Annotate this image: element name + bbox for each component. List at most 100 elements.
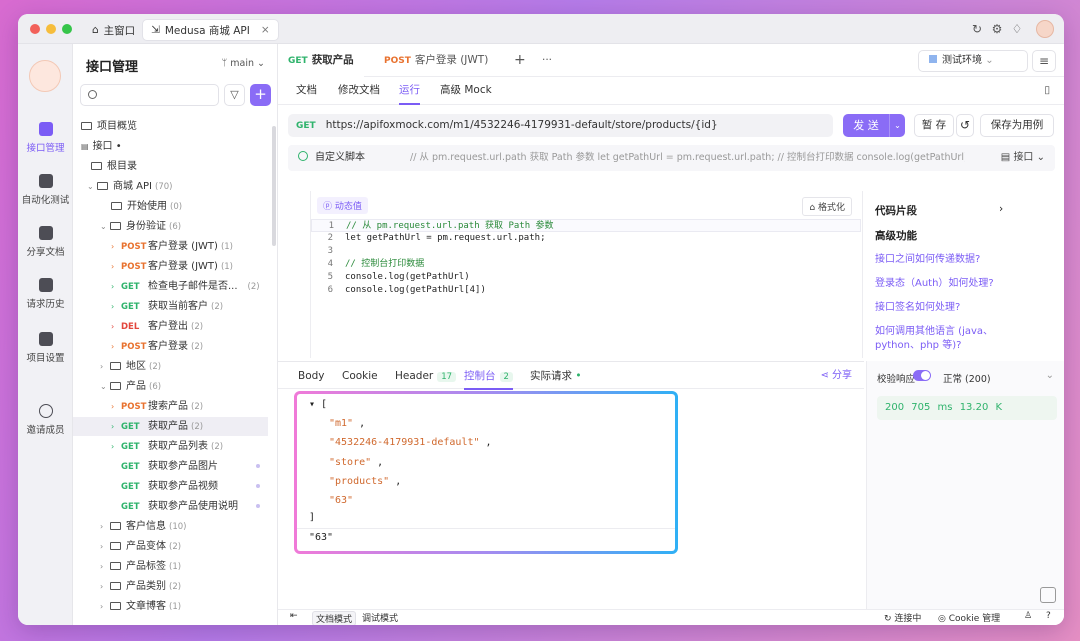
- close-tab-icon[interactable]: ×: [261, 24, 270, 36]
- search-input[interactable]: [80, 84, 219, 106]
- rail-item-invite[interactable]: 邀请成员: [18, 404, 73, 436]
- tree-endpoint[interactable]: › GET 检查电子邮件是否... (2): [73, 277, 268, 296]
- tree-endpoint[interactable]: › GET 获取当前客户 (2): [73, 297, 268, 316]
- reset-icon[interactable]: ↺: [956, 114, 974, 137]
- code-editor[interactable]: ⓟ 动态值 ⌂ 格式化 1// 从 pm.request.url.path 获取…: [310, 191, 861, 358]
- rail-item-history[interactable]: 请求历史: [18, 278, 73, 310]
- environment-select[interactable]: 测试环境 ⌄: [918, 50, 1028, 72]
- tree-endpoint[interactable]: › POST 客户登录 (JWT) (1): [73, 237, 268, 256]
- layout-icon[interactable]: [1040, 587, 1056, 603]
- rail-item-automation[interactable]: 自动化测试: [18, 174, 73, 206]
- snippet-link[interactable]: 接口之间如何传递数据?: [875, 253, 1005, 267]
- subtab-mock[interactable]: 高级 Mock: [440, 77, 492, 105]
- url-field[interactable]: GET https://apifoxmock.com/m1/4532246-417…: [288, 114, 833, 137]
- console-array-open[interactable]: ▾ [: [309, 399, 327, 410]
- more-tabs-button[interactable]: ···: [532, 44, 562, 77]
- tab-post-login[interactable]: POST 客户登录 (JWT): [374, 44, 498, 77]
- gear-icon[interactable]: ⚙: [990, 22, 1004, 36]
- tree-item-overview[interactable]: 项目概览: [73, 117, 268, 136]
- rail-item-settings[interactable]: 项目设置: [18, 332, 73, 364]
- tree-folder[interactable]: › 地区 (2): [73, 357, 268, 376]
- window-tab-home[interactable]: ⌂ 主窗口: [84, 19, 143, 41]
- subtab-edit-doc[interactable]: 修改文档: [338, 77, 380, 105]
- help-icon[interactable]: ?: [1046, 611, 1051, 621]
- validate-toggle[interactable]: [913, 370, 931, 381]
- tab-header[interactable]: Header 17: [395, 362, 457, 390]
- cookie-manager-button[interactable]: ◎ Cookie 管理: [938, 611, 1000, 624]
- tree-folder[interactable]: ⌄ 身份验证 (6): [73, 217, 268, 236]
- filter-button[interactable]: ▽: [224, 84, 245, 106]
- debug-mode-button[interactable]: 调试模式: [362, 611, 398, 624]
- tree-folder[interactable]: › 客户信息 (10): [73, 517, 268, 536]
- new-tab-button[interactable]: +: [504, 44, 536, 77]
- tree-folder[interactable]: ⌄ 产品 (6): [73, 377, 268, 396]
- format-button[interactable]: ⌂ 格式化: [802, 197, 852, 216]
- tab-body[interactable]: Body: [298, 362, 325, 390]
- tree-endpoint[interactable]: › DEL 客户登出 (2): [73, 317, 268, 336]
- save-button[interactable]: 暂 存: [914, 114, 954, 137]
- maximize-window-button[interactable]: [62, 24, 72, 34]
- minimize-window-button[interactable]: [46, 24, 56, 34]
- tree-item-root[interactable]: 根目录: [73, 157, 268, 176]
- console-value: "63": [309, 532, 334, 543]
- bell-icon[interactable]: ♢: [1010, 22, 1024, 36]
- tree-folder[interactable]: › 产品标签 (1): [73, 557, 268, 576]
- close-window-button[interactable]: [30, 24, 40, 34]
- chevron-right-icon: ›: [999, 203, 1004, 215]
- branch-selector[interactable]: ᛘ main ⌄: [222, 58, 265, 69]
- code-line: 3: [327, 246, 333, 256]
- chevron-down-icon[interactable]: ⌄: [1046, 370, 1054, 381]
- dynamic-value-button[interactable]: ⓟ 动态值: [317, 197, 368, 214]
- send-button[interactable]: 发 送 ⌄: [843, 114, 905, 137]
- script-header[interactable]: 自定义脚本 // 从 pm.request.url.path 获取 Path 参…: [288, 145, 1055, 171]
- console-item: "4532246-4179931-default" ,: [329, 437, 492, 448]
- tree-endpoint[interactable]: GET 获取参产品使用说明: [73, 497, 268, 516]
- tree-folder[interactable]: ⌄ 商城 API (70): [73, 177, 268, 196]
- tree-folder[interactable]: › 产品类别 (2): [73, 577, 268, 596]
- chevron-down-icon[interactable]: ⌄: [889, 114, 905, 137]
- snippet-link[interactable]: 如何调用其他语言 (java、python、php 等)?: [875, 325, 1005, 353]
- connection-status[interactable]: ↻ 连接中: [884, 611, 921, 624]
- tree-endpoint-selected[interactable]: › GET 获取产品 (2): [73, 417, 268, 436]
- tree-folder[interactable]: › 产品变体 (2): [73, 537, 268, 556]
- tab-actual-request[interactable]: 实际请求 •: [530, 362, 582, 390]
- tree-endpoint[interactable]: › POST 搜索产品 (2): [73, 397, 268, 416]
- console-item: "63": [329, 495, 354, 506]
- tree-endpoint[interactable]: › POST 客户登录 (2): [73, 337, 268, 356]
- tab-console[interactable]: 控制台 2: [464, 362, 513, 390]
- snippet-title[interactable]: 代码片段 ›: [875, 203, 1003, 218]
- snippet-link[interactable]: 接口签名如何处理?: [875, 301, 1005, 315]
- sync-icon: ↻: [884, 614, 895, 624]
- tree-endpoint[interactable]: › POST 客户登录 (JWT) (1): [73, 257, 268, 276]
- sidebar-toggle-icon[interactable]: ▯: [1044, 77, 1050, 105]
- share-button[interactable]: ⋖ 分享: [820, 362, 852, 390]
- rail-item-api[interactable]: 接口管理: [18, 122, 73, 154]
- sidebar-scrollbar[interactable]: [272, 126, 276, 246]
- menu-button[interactable]: ≡: [1032, 50, 1056, 72]
- window-tab-project[interactable]: ⇲ Medusa 商城 API ×: [142, 19, 279, 41]
- folder-icon: [91, 162, 102, 170]
- avatar[interactable]: [1036, 20, 1054, 38]
- tab-cookie[interactable]: Cookie: [342, 362, 378, 390]
- snippet-link[interactable]: 登录态（Auth）如何处理?: [875, 277, 1005, 291]
- refresh-icon[interactable]: ↻: [970, 22, 984, 36]
- tree-endpoint[interactable]: GET 获取参产品视频: [73, 477, 268, 496]
- tab-get-product[interactable]: GET 获取产品: [278, 44, 364, 77]
- add-button[interactable]: +: [250, 84, 271, 106]
- response-summary: 校验响应 正常 (200) ⌄ 200 705 ms 13.20 K: [866, 361, 1064, 615]
- scope-select[interactable]: ▤ 接口 ⌄: [1001, 145, 1045, 171]
- collapse-icon[interactable]: ⇤: [290, 611, 298, 621]
- tree-item-api[interactable]: ▤ 接口 •: [73, 137, 268, 156]
- rail-item-share-doc[interactable]: 分享文档: [18, 226, 73, 258]
- status-select[interactable]: 正常 (200): [943, 371, 991, 385]
- shirt-icon[interactable]: ♙: [1024, 611, 1032, 621]
- tree-endpoint[interactable]: GET 获取参产品图片: [73, 457, 268, 476]
- subtab-doc[interactable]: 文档: [296, 77, 317, 105]
- doc-mode-button[interactable]: 文档模式: [312, 611, 357, 625]
- subtab-run[interactable]: 运行: [399, 77, 420, 105]
- tree-folder[interactable]: 开始使用 (0): [73, 197, 268, 216]
- tree-folder[interactable]: › 文章博客 (1): [73, 597, 268, 616]
- save-case-button[interactable]: 保存为用例: [980, 114, 1054, 137]
- link-icon: ⇲: [151, 24, 160, 36]
- tree-endpoint[interactable]: › GET 获取产品列表 (2): [73, 437, 268, 456]
